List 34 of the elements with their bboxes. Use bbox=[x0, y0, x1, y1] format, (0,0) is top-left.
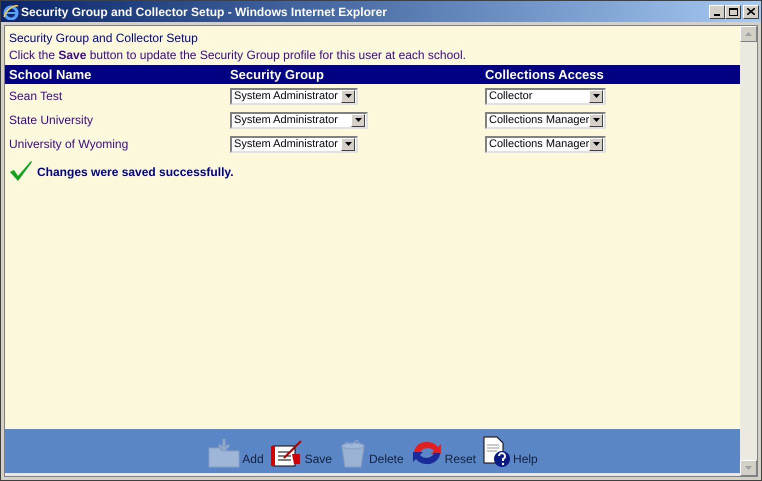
help-button[interactable]: Help bbox=[482, 436, 538, 468]
save-button[interactable]: Save bbox=[270, 438, 332, 468]
browser-logo-icon bbox=[3, 4, 19, 20]
minimize-button[interactable] bbox=[709, 4, 725, 18]
school-name: Sean Test bbox=[9, 88, 64, 105]
window-title: Security Group and Collector Setup - Windows Internet Explorer bbox=[21, 4, 388, 20]
column-header: School Name bbox=[9, 66, 92, 84]
page-heading: Security Group and Collector Setup bbox=[9, 30, 199, 46]
collections-access-select[interactable]: Collector bbox=[485, 88, 606, 104]
collections-access-select[interactable]: Collections Manager bbox=[485, 136, 606, 152]
up-arrow-icon bbox=[745, 32, 752, 36]
close-button[interactable] bbox=[743, 4, 759, 18]
close-icon bbox=[747, 8, 755, 15]
checkmark-icon bbox=[9, 160, 33, 182]
status-message: Changes were saved successfully. bbox=[37, 164, 234, 181]
scroll-down-button[interactable] bbox=[740, 460, 757, 476]
help-document-icon bbox=[482, 436, 512, 468]
instructions-text: Click the Save button to update the Security Group profile for this user at each school. bbox=[9, 47, 467, 64]
reset-button[interactable]: Reset bbox=[410, 438, 476, 468]
notebook-pen-icon bbox=[270, 438, 304, 468]
minimize-icon bbox=[714, 14, 720, 16]
scroll-up-button[interactable] bbox=[740, 26, 757, 42]
school-name: University of Wyoming bbox=[9, 136, 130, 153]
folder-icon bbox=[207, 438, 242, 468]
security-group-select[interactable]: System Administrator bbox=[230, 136, 358, 152]
down-arrow-icon bbox=[745, 466, 752, 470]
maximize-icon bbox=[728, 8, 738, 16]
column-header: Collections Access bbox=[485, 66, 604, 84]
security-group-select[interactable]: System Administrator bbox=[230, 88, 358, 104]
school-name: State University bbox=[9, 112, 94, 129]
collections-access-select[interactable]: Collections Manager bbox=[485, 112, 606, 128]
maximize-button[interactable] bbox=[725, 4, 741, 18]
security-group-select[interactable]: System Administrator bbox=[230, 112, 368, 128]
column-header: Security Group bbox=[230, 66, 325, 84]
